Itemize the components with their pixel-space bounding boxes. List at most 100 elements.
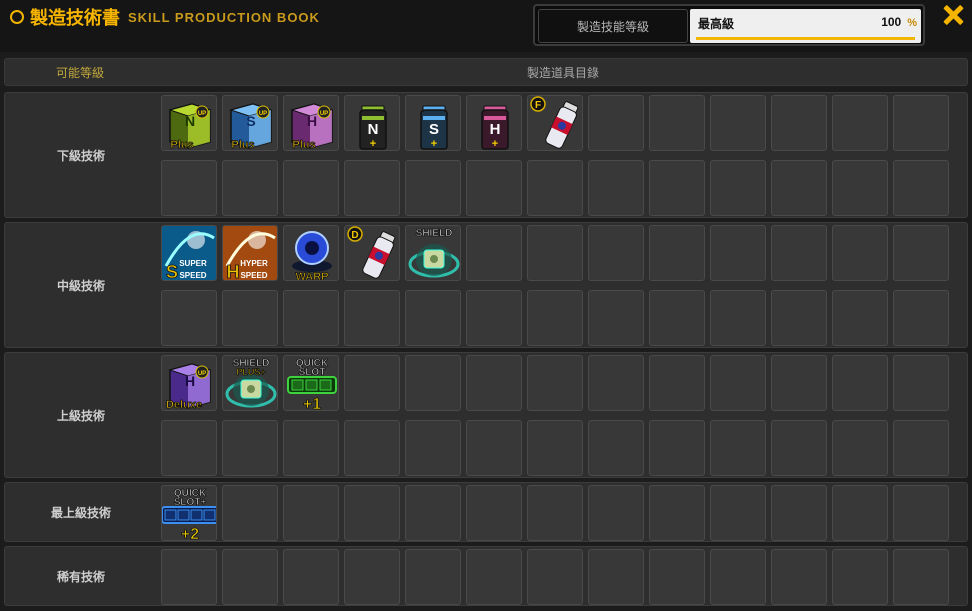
svg-text:SHIELD: SHIELD <box>416 228 453 239</box>
svg-text:PLUS+: PLUS+ <box>236 367 265 377</box>
empty-slot <box>832 420 888 476</box>
svg-text:SPEED: SPEED <box>240 271 267 280</box>
title-bar: 製造技術書 SKILL PRODUCTION BOOK 製造技能等級 最高級 1… <box>0 0 972 52</box>
empty-slot <box>771 420 827 476</box>
slot-grid: N UP Plus S UP Plus H UP Plus N + S + H + F <box>161 95 949 216</box>
shield-plus-icon: SHIELDPLUS+ <box>225 358 277 408</box>
empty-slot <box>344 549 400 605</box>
skill-item-slot[interactable]: H UP Plus <box>283 95 339 151</box>
skill-level-value-wrap: 100% <box>881 15 917 29</box>
svg-text:H: H <box>227 262 240 281</box>
slot-grid: QUICK SLOT+ +2 <box>161 485 949 541</box>
empty-slot <box>344 485 400 541</box>
empty-slot <box>466 355 522 411</box>
svg-text:SPEED: SPEED <box>179 271 206 280</box>
skill-level-rank: 最高級 <box>698 17 735 31</box>
empty-slot <box>222 485 278 541</box>
empty-slot <box>649 485 705 541</box>
group-label: 下級技術 <box>56 148 105 163</box>
skill-production-window: 製造技術書 SKILL PRODUCTION BOOK 製造技能等級 最高級 1… <box>0 0 972 611</box>
group-basic: 下級技術 N UP Plus S UP Plus H UP Plus N + S + H + F <box>4 92 968 218</box>
empty-slot <box>283 160 339 216</box>
svg-text:+2: +2 <box>181 526 199 541</box>
skill-item-slot[interactable]: S + <box>405 95 461 151</box>
empty-slot <box>161 549 217 605</box>
warp-icon: WARP <box>292 231 332 280</box>
skill-item-slot[interactable]: WARP <box>283 225 339 281</box>
empty-slot <box>649 355 705 411</box>
window-subtitle: SKILL PRODUCTION BOOK <box>128 10 320 25</box>
group-rare: 稀有技術 <box>4 546 968 606</box>
empty-slot <box>161 160 217 216</box>
quick-slot-plus-2-icon: QUICKSLOT+ +2 <box>162 488 216 541</box>
skill-item-slot[interactable]: SUPER SPEED S <box>161 225 217 281</box>
skill-item-slot[interactable]: SHIELD PLUS+ <box>222 355 278 411</box>
empty-slot <box>283 549 339 605</box>
empty-slot <box>588 485 644 541</box>
empty-slot <box>222 160 278 216</box>
svg-text:UP: UP <box>198 371 206 377</box>
empty-slot <box>588 160 644 216</box>
quick-slot-plus-1-icon: QUICKSLOT +1 <box>287 358 337 410</box>
column-header: 可能等級 製造道具目錄 <box>4 58 968 86</box>
empty-slot <box>405 160 461 216</box>
empty-slot <box>649 95 705 151</box>
speed-bottle-icon: S+ <box>420 105 448 150</box>
empty-slot <box>893 225 949 281</box>
empty-slot <box>405 420 461 476</box>
empty-slot <box>649 549 705 605</box>
close-icon[interactable] <box>940 2 966 28</box>
d-grade-spray-can-icon: D <box>347 226 396 279</box>
svg-text:Plus: Plus <box>231 139 254 151</box>
skill-item-slot[interactable]: H + <box>466 95 522 151</box>
empty-slot <box>466 420 522 476</box>
nitro-plus-box-green-icon: N UP Plus <box>168 103 212 150</box>
skill-level-box: 製造技能等級 最高級 100% <box>533 4 925 46</box>
empty-slot <box>161 420 217 476</box>
skill-item-slot[interactable]: N UP Plus <box>161 95 217 151</box>
skill-item-slot[interactable]: QUICK SLOT+ +2 <box>161 485 217 541</box>
group-expert: 最上級技術 QUICK SLOT+ +2 <box>4 482 968 542</box>
svg-text:+: + <box>370 138 376 150</box>
skill-item-slot[interactable]: S UP Plus <box>222 95 278 151</box>
group-label: 最上級技術 <box>50 505 111 520</box>
empty-slot <box>893 420 949 476</box>
empty-slot <box>527 355 583 411</box>
skill-item-slot[interactable]: QUICK SLOT +1 <box>283 355 339 411</box>
empty-slot <box>893 160 949 216</box>
empty-slot <box>527 225 583 281</box>
hyper-bottle-icon: H+ <box>481 105 509 150</box>
empty-slot <box>832 290 888 346</box>
circle-icon <box>10 10 24 24</box>
svg-text:S: S <box>246 113 255 129</box>
svg-text:+: + <box>431 138 437 150</box>
empty-slot <box>466 549 522 605</box>
skill-level-value: 100 <box>881 15 902 29</box>
slot-grid: H UP Deluxe SHIELD PLUS+ QUICK SLOT +1 <box>161 355 949 476</box>
shield-plus-box-blue-icon: S UP Plus <box>229 103 273 151</box>
skill-item-slot[interactable]: D <box>344 225 400 281</box>
empty-slot <box>588 95 644 151</box>
empty-slot <box>832 355 888 411</box>
svg-text:N: N <box>185 113 195 129</box>
empty-slot <box>832 160 888 216</box>
skill-item-slot[interactable]: F <box>527 95 583 151</box>
empty-slot <box>527 485 583 541</box>
svg-text:S: S <box>166 262 178 281</box>
empty-slot <box>588 225 644 281</box>
empty-slot <box>893 485 949 541</box>
slot-grid <box>161 549 949 605</box>
skill-item-slot[interactable]: N + <box>344 95 400 151</box>
skill-item-slot[interactable]: H UP Deluxe <box>161 355 217 411</box>
empty-slot <box>771 225 827 281</box>
empty-slot <box>710 355 766 411</box>
skill-item-slot[interactable]: HYPER SPEED H <box>222 225 278 281</box>
empty-slot <box>771 355 827 411</box>
skill-item-slot[interactable]: SHIELD <box>405 225 461 281</box>
empty-slot <box>405 485 461 541</box>
shield-icon: SHIELD <box>408 228 460 278</box>
empty-slot <box>588 549 644 605</box>
empty-slot <box>832 225 888 281</box>
group-advanced: 上級技術 H UP Deluxe SHIELD PLUS+ QUICK SLOT +1 <box>4 352 968 478</box>
empty-slot <box>710 485 766 541</box>
